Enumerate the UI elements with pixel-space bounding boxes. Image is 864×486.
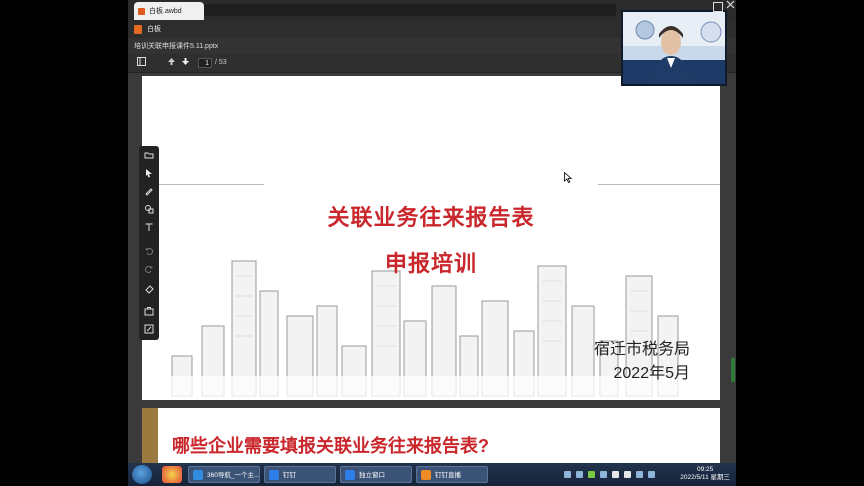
dingtalk-icon — [269, 470, 279, 480]
next-page-icon[interactable] — [180, 57, 191, 68]
clock-date: 2022/5/11 星期三 — [680, 474, 730, 481]
tray-icon[interactable] — [600, 471, 607, 478]
undo-icon[interactable] — [143, 246, 155, 258]
presenter-video — [623, 12, 725, 84]
close-icon[interactable] — [726, 0, 738, 12]
address-bar[interactable] — [204, 4, 616, 16]
network-icon[interactable] — [612, 471, 619, 478]
mouse-pointer-icon — [564, 171, 573, 186]
app-title: 白板 — [147, 26, 161, 33]
eraser-icon[interactable] — [143, 284, 155, 296]
select-arrow-icon[interactable] — [143, 168, 155, 180]
redo-icon[interactable] — [143, 264, 155, 276]
organization-name: 宿迁市税务局 — [593, 341, 690, 358]
clock-time: 09:25 — [696, 466, 714, 473]
presentation-date: 2022年5月 — [613, 365, 691, 382]
edit-board-icon[interactable] — [143, 324, 155, 336]
tray-icon[interactable] — [588, 471, 595, 478]
shapes-icon[interactable] — [143, 204, 155, 216]
side-indicator — [731, 358, 735, 382]
title-rule-right — [598, 184, 720, 185]
tray-icon[interactable] — [636, 471, 643, 478]
browser-tab-title: 白板.awbd — [149, 8, 182, 15]
previous-page-icon[interactable] — [166, 57, 177, 68]
browser-quicklaunch-icon[interactable] — [162, 466, 182, 483]
whiteboard-logo-icon — [134, 24, 142, 34]
live-icon — [421, 470, 431, 480]
volume-icon[interactable] — [624, 471, 631, 478]
webcam-video-overlay[interactable] — [621, 10, 727, 86]
taskbar-item-label: 360导航_一个主... — [207, 472, 260, 479]
windows-taskbar: 360导航_一个主... 钉钉 独立窗口 钉钉直播 09:25 2022/5/1… — [128, 463, 736, 486]
maximize-icon[interactable] — [713, 2, 723, 12]
file-icon — [138, 7, 145, 15]
taskbar-item-dingtalk-live[interactable]: 钉钉直播 — [416, 466, 488, 483]
tray-icon[interactable] — [648, 471, 655, 478]
file-name: 培训关联申报课件5.11.pptx — [134, 43, 219, 50]
slide-accent-bar — [142, 408, 158, 463]
folder-add-icon[interactable] — [143, 150, 155, 162]
taskbar-item-dingtalk[interactable]: 钉钉 — [264, 466, 336, 483]
slide-2-heading: 哪些企业需要填报关联业务往来报告表? — [172, 436, 489, 456]
text-icon[interactable] — [143, 222, 155, 234]
slide-1: 关联业务往来报告表 申报培训 宿迁市税务局 2022年5月 — [142, 76, 720, 400]
taskbar-item-label: 独立窗口 — [359, 472, 385, 479]
title-rule-left — [142, 184, 264, 185]
tray-icon[interactable] — [576, 471, 583, 478]
taskbar-item-window[interactable]: 独立窗口 — [340, 466, 412, 483]
browser-tab[interactable]: 白板.awbd — [134, 2, 204, 20]
ie-icon — [193, 470, 203, 480]
dingtalk-icon — [345, 470, 355, 480]
slide-2: 哪些企业需要填报关联业务往来报告表? — [142, 408, 720, 463]
slide-title-line-1: 关联业务往来报告表 — [327, 205, 535, 231]
page-number-input[interactable]: 1 — [198, 58, 212, 68]
system-clock[interactable]: 09:25 2022/5/11 星期三 — [680, 466, 730, 482]
sidebar-toggle-icon[interactable] — [136, 57, 147, 68]
taskbar-item-label: 钉钉 — [283, 472, 296, 479]
taskbar-item-label: 钉钉直播 — [435, 472, 461, 479]
tray-icon[interactable] — [564, 471, 571, 478]
toolbox-icon[interactable] — [143, 306, 155, 318]
annotation-toolbar — [139, 146, 159, 340]
start-button-icon[interactable] — [132, 465, 152, 484]
taskbar-item-360-browser[interactable]: 360导航_一个主... — [188, 466, 260, 483]
pen-icon[interactable] — [143, 186, 155, 198]
slide-title-line-2: 申报培训 — [384, 251, 477, 277]
page-total: / 53 — [215, 59, 227, 66]
